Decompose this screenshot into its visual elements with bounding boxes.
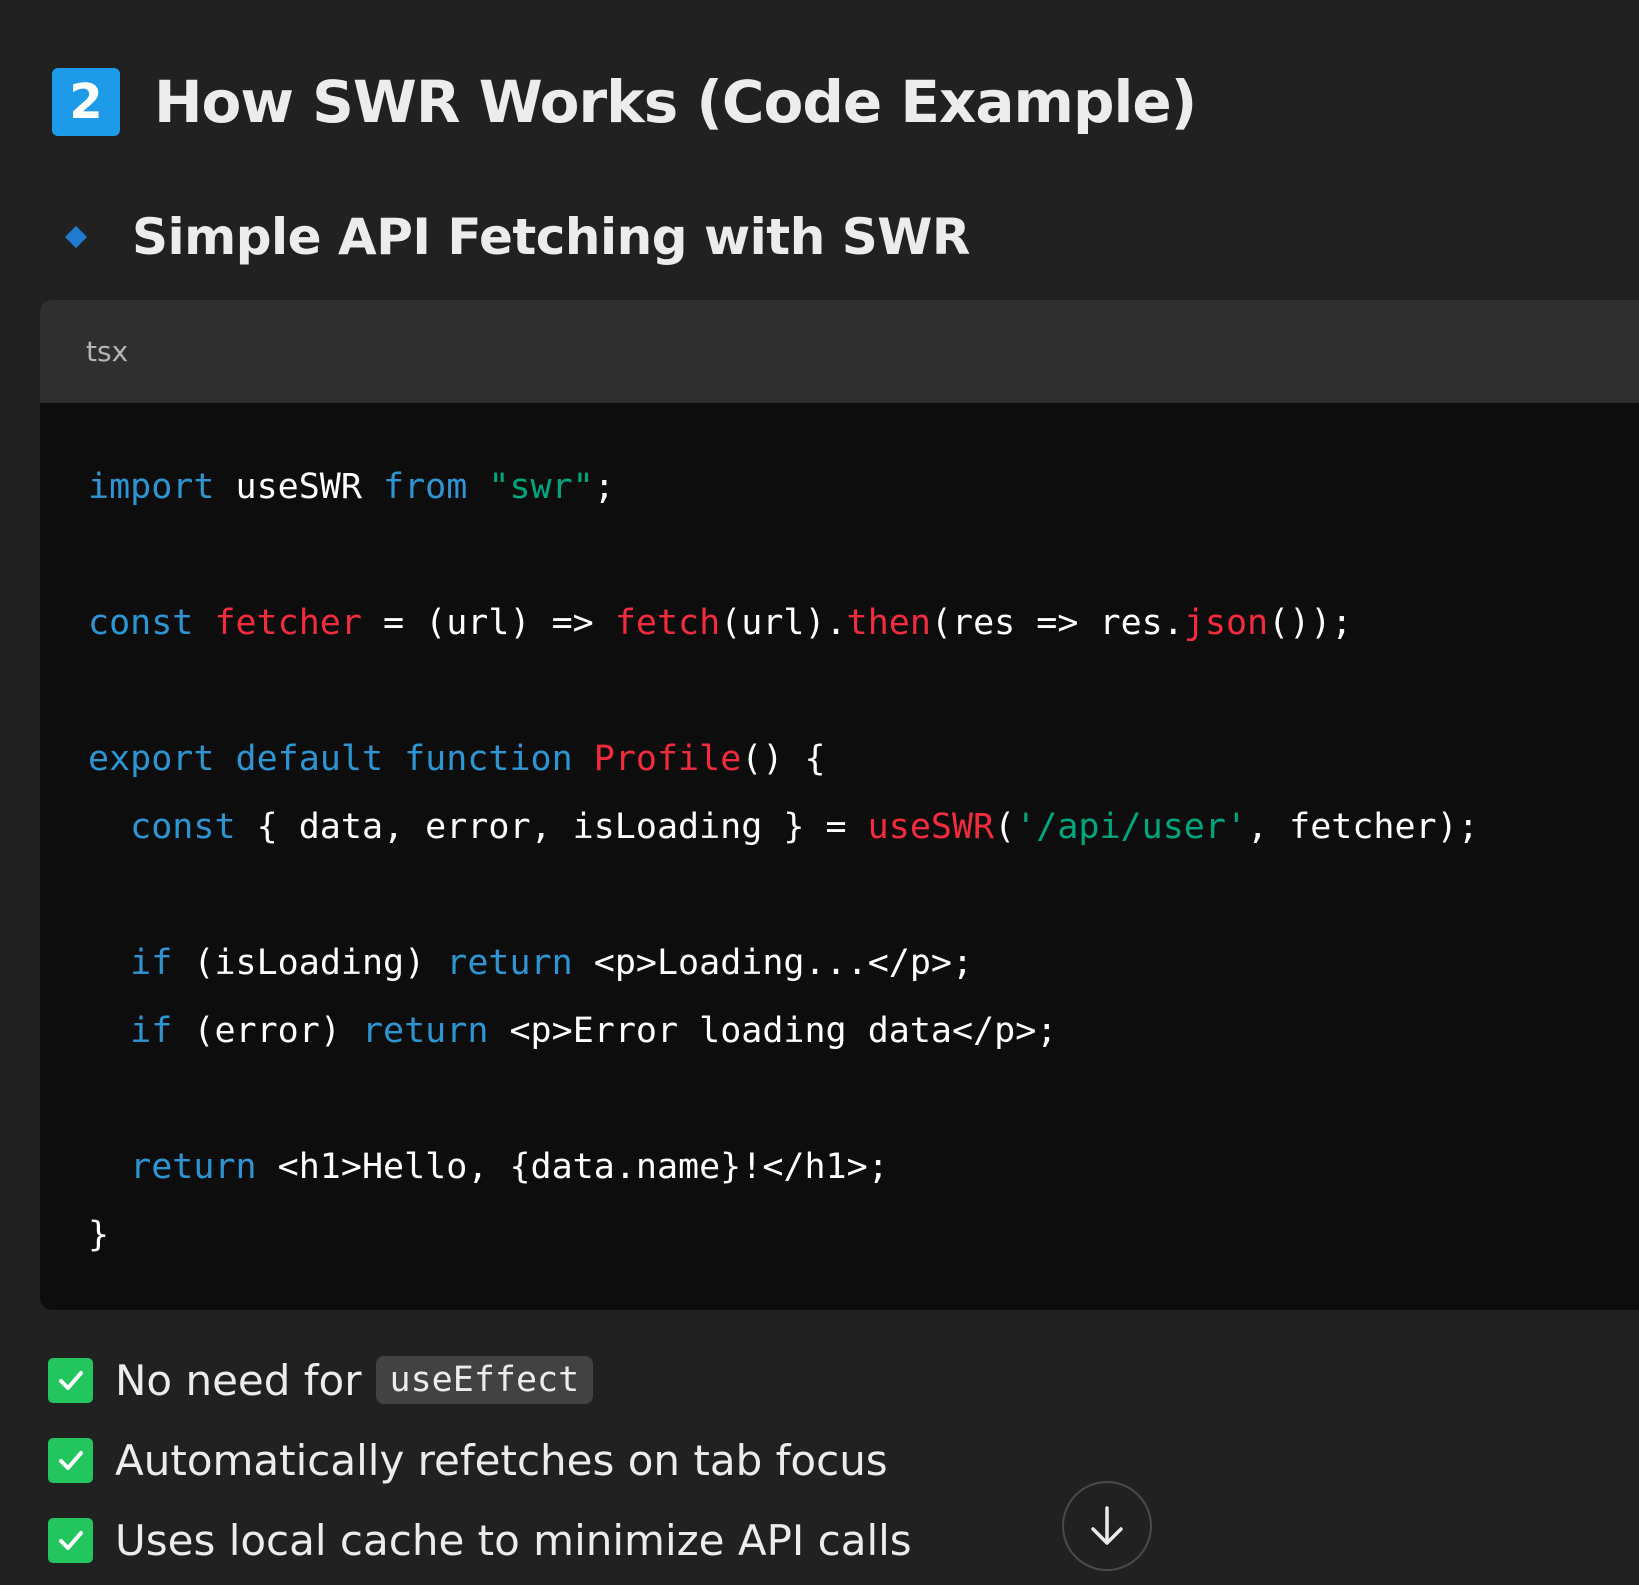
code-token: fetcher: [214, 603, 362, 643]
code-token: useSWR: [214, 467, 384, 507]
inline-code: useEffect: [375, 1356, 594, 1404]
code-token: <h1>Hello, {data.name}!</h1>;: [256, 1147, 889, 1187]
feature-checklist: No need for useEffect Automatically refetc…: [48, 1340, 912, 1580]
diamond-bullet-icon: [64, 225, 88, 249]
number-badge-label: 2: [69, 74, 103, 130]
code-line: }: [88, 1201, 1639, 1269]
code-line: const fetcher = (url) => fetch(url).then…: [88, 589, 1639, 657]
checkmark-icon: [48, 1517, 93, 1563]
checkmark-icon: [48, 1437, 93, 1483]
code-header: tsx: [40, 300, 1639, 403]
section-heading: 2 How SWR Works (Code Example): [52, 62, 1197, 142]
code-content[interactable]: import useSWR from "swr"; const fetcher …: [40, 403, 1639, 1269]
code-language-label: tsx: [86, 335, 129, 368]
code-token: '/api/user': [1015, 807, 1247, 847]
code-line: export default function Profile() {: [88, 725, 1639, 793]
code-token: = (url) =>: [361, 603, 615, 643]
code-token: (: [994, 807, 1016, 847]
code-token: const: [88, 603, 194, 643]
code-token: (res => res.: [930, 603, 1184, 643]
code-token: { data, error, isLoading } =: [235, 807, 868, 847]
scroll-to-bottom-button[interactable]: [1062, 1481, 1152, 1571]
subsection-title: Simple API Fetching with SWR: [132, 208, 970, 266]
code-token: function: [404, 739, 573, 779]
section-title: How SWR Works (Code Example): [154, 68, 1197, 136]
code-token: , fetcher);: [1246, 807, 1479, 847]
code-token: return: [361, 1011, 489, 1051]
code-token: useSWR: [867, 807, 995, 847]
code-token: (url).: [720, 603, 847, 643]
code-line: import useSWR from "swr";: [88, 453, 1639, 521]
code-token: then: [846, 603, 931, 643]
code-token: const: [130, 807, 236, 847]
chat-message: 2 How SWR Works (Code Example) Simple AP…: [0, 0, 1639, 1585]
checklist-label: No need for: [115, 1355, 362, 1405]
code-token: return: [130, 1147, 257, 1187]
checkmark-icon: [48, 1357, 93, 1403]
checklist-item: No need for useEffect: [48, 1340, 912, 1420]
code-token: if: [130, 943, 173, 983]
code-token: <p>Error loading data</p>;: [488, 1011, 1058, 1051]
code-line: return <h1>Hello, {data.name}!</h1>;: [88, 1133, 1639, 1201]
code-token: () {: [741, 739, 826, 779]
checklist-text: No need for useEffect: [115, 1355, 594, 1405]
code-token: default: [235, 739, 384, 779]
code-token: json: [1183, 603, 1269, 643]
code-token: ;: [593, 467, 615, 507]
checklist-label: Automatically refetches on tab focus: [115, 1435, 888, 1485]
code-token: export: [88, 739, 215, 779]
code-token: "swr": [488, 467, 594, 507]
checklist-text: Automatically refetches on tab focus: [115, 1436, 888, 1485]
number-badge-icon: 2: [52, 68, 120, 136]
code-token: (error): [172, 1011, 362, 1051]
code-token: ());: [1268, 603, 1353, 643]
arrow-down-icon: [1091, 1506, 1123, 1545]
code-token: import: [88, 467, 215, 507]
code-token: Profile: [593, 739, 742, 779]
code-token: return: [446, 943, 573, 983]
code-line: if (error) return <p>Error loading data<…: [88, 997, 1639, 1065]
subsection-heading: Simple API Fetching with SWR: [64, 202, 970, 272]
code-token: }: [88, 1215, 110, 1255]
code-line: const { data, error, isLoading } = useSW…: [88, 793, 1639, 861]
code-line: if (isLoading) return <p>Loading...</p>;: [88, 929, 1639, 997]
checklist-item: Uses local cache to minimize API calls: [48, 1500, 912, 1580]
checklist-item: Automatically refetches on tab focus: [48, 1420, 912, 1500]
code-block: tsx import useSWR from "swr"; const fetc…: [40, 300, 1639, 1310]
code-token: fetch: [614, 603, 721, 643]
code-token: if: [130, 1011, 173, 1051]
code-token: <p>Loading...</p>;: [572, 943, 974, 983]
checklist-text: Uses local cache to minimize API calls: [115, 1516, 912, 1565]
checklist-label: Uses local cache to minimize API calls: [115, 1515, 912, 1565]
code-token: from: [383, 467, 468, 507]
code-token: (isLoading): [172, 943, 447, 983]
